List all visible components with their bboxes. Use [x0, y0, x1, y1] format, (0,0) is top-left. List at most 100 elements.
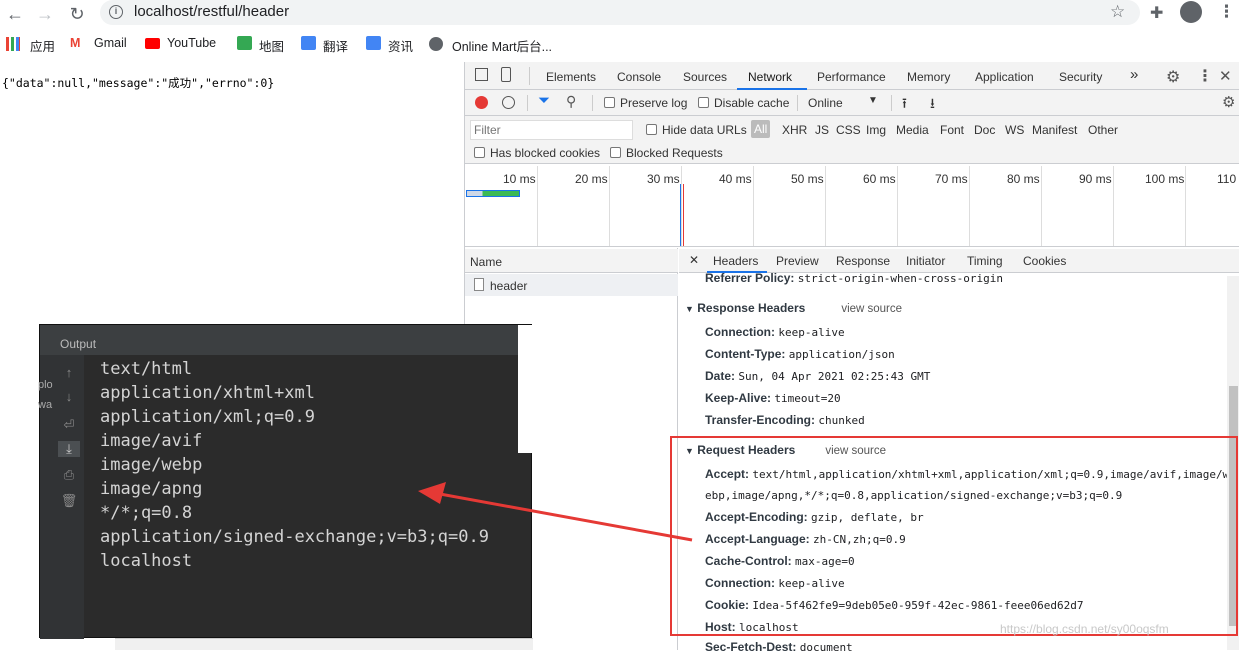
url-text[interactable]: localhost/restful/header [134, 3, 289, 20]
request-name[interactable]: header [490, 279, 527, 293]
avatar[interactable] [1180, 1, 1202, 23]
filter-type-other[interactable]: Other [1088, 123, 1118, 137]
background-text: wa [38, 399, 53, 411]
close-details-icon[interactable]: ✕ [689, 253, 699, 267]
filter-icon[interactable]: ⏷ [538, 92, 550, 109]
tab-headers[interactable]: Headers [713, 254, 758, 268]
filter-type-xhr[interactable]: XHR [782, 123, 807, 137]
output-line: image/apng [100, 479, 203, 499]
tab-preview[interactable]: Preview [776, 254, 819, 268]
output-scrollbar[interactable] [518, 325, 533, 453]
soft-wrap-icon[interactable]: ⏎ [58, 417, 80, 433]
tab-sources[interactable]: Sources [683, 70, 727, 84]
filter-type-css[interactable]: CSS [836, 123, 861, 137]
apps-icon[interactable] [6, 37, 20, 51]
trash-icon[interactable]: 🗑 [58, 493, 80, 509]
filter-type-manifest[interactable]: Manifest [1032, 123, 1077, 137]
search-icon[interactable]: ⚲ [566, 93, 576, 110]
tab-application[interactable]: Application [975, 70, 1034, 84]
gmail-icon: M [70, 36, 81, 50]
grid-line [1185, 166, 1186, 246]
record-icon[interactable] [475, 96, 488, 109]
devtools-menu-icon[interactable]: ⋮ [1197, 66, 1213, 86]
news-icon [366, 36, 381, 50]
bookmark-news[interactable]: 资讯 [388, 36, 413, 55]
tab-performance[interactable]: Performance [817, 70, 886, 84]
preserve-log-checkbox[interactable]: Preserve log [604, 96, 687, 110]
tab-security[interactable]: Security [1059, 70, 1102, 84]
header-row-cutoff: Sec-Fetch-Dest: document [705, 640, 853, 654]
tick-label: 20 ms [575, 172, 608, 186]
extensions-icon[interactable]: ✚ [1150, 3, 1163, 23]
background-text: plo [38, 379, 53, 391]
bookmark-apps[interactable]: 应用 [30, 36, 55, 55]
more-tabs-icon[interactable]: » [1130, 66, 1138, 83]
header-row: Content-Type: application/json [705, 347, 895, 361]
disable-cache-checkbox[interactable]: Disable cache [698, 96, 789, 110]
star-icon[interactable]: ☆ [1110, 2, 1125, 22]
reload-icon[interactable]: ↻ [64, 2, 90, 26]
has-blocked-cookies-checkbox[interactable]: Has blocked cookies [474, 146, 600, 160]
header-row: Keep-Alive: timeout=20 [705, 391, 841, 405]
clear-icon[interactable] [502, 96, 515, 109]
export-icon[interactable]: ⭳ [930, 93, 935, 117]
forward-icon[interactable]: → [32, 2, 58, 26]
scroll-up-icon[interactable]: ↑ [58, 365, 80, 381]
tab-memory[interactable]: Memory [907, 70, 950, 84]
divider [592, 95, 593, 111]
back-icon[interactable]: ← [2, 2, 28, 26]
filter-type-js[interactable]: JS [815, 123, 829, 137]
youtube-icon [145, 38, 160, 49]
document-icon [474, 278, 484, 291]
filter-type-ws[interactable]: WS [1005, 123, 1024, 137]
filter-type-font[interactable]: Font [940, 123, 964, 137]
request-waterfall-bar [466, 190, 520, 197]
bookmark-maps[interactable]: 地图 [259, 36, 284, 55]
blocked-requests-checkbox[interactable]: Blocked Requests [610, 146, 723, 160]
network-settings-icon[interactable]: ⚙ [1222, 93, 1235, 111]
tab-response[interactable]: Response [836, 254, 890, 268]
scroll-to-end-icon[interactable]: ⤓ [58, 441, 80, 457]
bookmark-translate[interactable]: 翻译 [323, 36, 348, 55]
import-icon[interactable]: ⭱ [902, 93, 907, 117]
bookmark-youtube[interactable]: YouTube [167, 36, 216, 50]
grid-line [1113, 166, 1114, 246]
filter-type-doc[interactable]: Doc [974, 123, 995, 137]
tab-elements[interactable]: Elements [546, 70, 596, 84]
tab-cookies[interactable]: Cookies [1023, 254, 1066, 268]
device-toolbar-icon[interactable] [501, 67, 511, 82]
output-line: application/xhtml+xml [100, 383, 315, 403]
throttle-select[interactable]: Online [808, 96, 843, 110]
inspect-icon[interactable] [475, 68, 488, 81]
tab-timing[interactable]: Timing [967, 254, 1003, 268]
close-devtools-icon[interactable]: ✕ [1219, 67, 1232, 85]
menu-icon[interactable]: ⋮ [1218, 2, 1235, 22]
tab-network[interactable]: Network [748, 70, 792, 84]
bookmark-online-mart[interactable]: Online Mart后台... [452, 36, 552, 55]
output-line: image/webp [100, 455, 203, 475]
scroll-down-icon[interactable]: ↓ [58, 389, 80, 405]
response-headers-section[interactable]: ▼ Response Headers view source [685, 301, 902, 315]
filter-input[interactable] [470, 120, 633, 140]
header-row: Connection: keep-alive [705, 325, 845, 339]
settings-icon[interactable]: ⚙ [1166, 67, 1180, 87]
filter-type-media[interactable]: Media [896, 123, 929, 137]
translate-icon [301, 36, 316, 50]
filter-type-img[interactable]: Img [866, 123, 886, 137]
tick-label: 30 ms [647, 172, 680, 186]
grid-line [681, 166, 682, 246]
chevron-down-icon[interactable]: ▼ [868, 95, 878, 106]
grid-line [969, 166, 970, 246]
tab-console[interactable]: Console [617, 70, 661, 84]
bookmark-gmail[interactable]: Gmail [94, 36, 127, 50]
name-column-header[interactable]: Name [470, 255, 502, 269]
print-icon[interactable]: ⎙ [58, 467, 80, 483]
output-line: image/avif [100, 431, 203, 451]
tab-initiator[interactable]: Initiator [906, 254, 945, 268]
output-line: text/html [100, 359, 193, 379]
hide-data-urls-checkbox[interactable]: Hide data URLs [646, 123, 747, 137]
filter-type-all[interactable]: All [751, 120, 771, 138]
globe-icon [429, 37, 443, 51]
info-icon[interactable]: i [109, 5, 123, 19]
header-row: Date: Sun, 04 Apr 2021 02:25:43 GMT [705, 369, 931, 383]
